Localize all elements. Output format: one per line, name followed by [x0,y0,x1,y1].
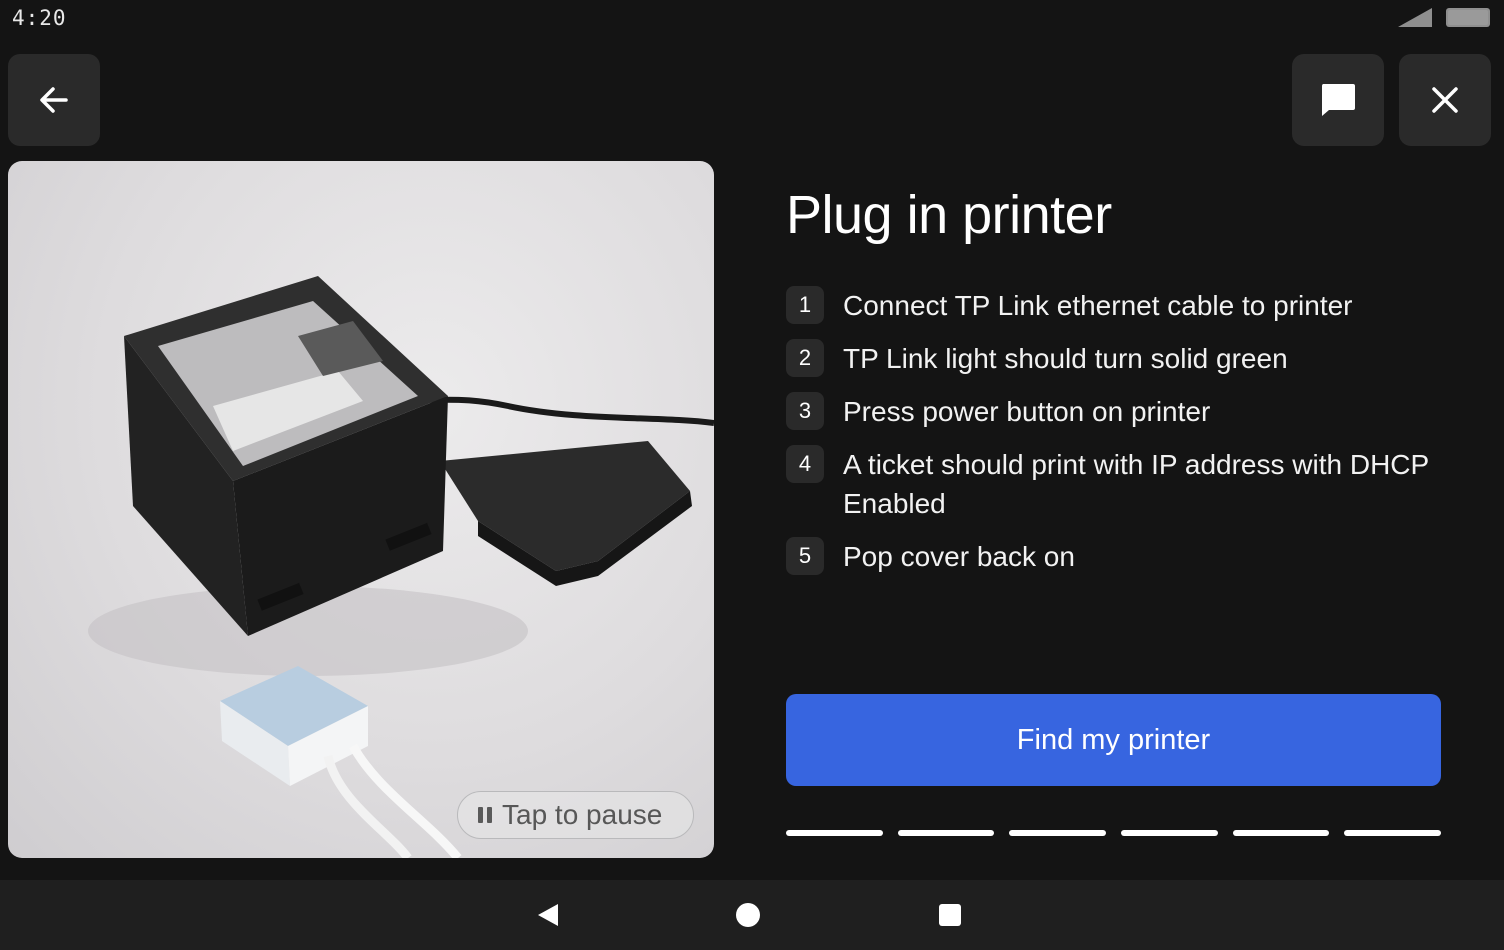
step-progress-indicator [786,830,1442,836]
status-icons [1398,8,1490,27]
find-printer-button[interactable]: Find my printer [786,694,1441,786]
page-title: Plug in printer [786,185,1112,245]
progress-segment [1232,830,1330,836]
step-text: Connect TP Link ethernet cable to printe… [843,290,1353,321]
nav-back-icon [538,904,558,926]
chat-button[interactable] [1292,54,1384,146]
close-button[interactable] [1399,54,1491,146]
tap-to-pause-button[interactable]: Tap to pause [457,791,694,839]
back-arrow-icon [40,87,68,113]
signal-icon [1398,8,1432,27]
printer-setup-image [88,276,714,858]
step-number: 4 [786,445,824,483]
battery-icon [1446,8,1490,27]
step-number: 3 [786,392,824,430]
instruction-video[interactable]: Tap to pause [8,161,714,858]
step-number: 2 [786,339,824,377]
step-item: 4 A ticket should print with IP address … [786,445,1436,523]
nav-back-button[interactable] [518,880,578,950]
progress-segment [1121,830,1218,836]
status-time: 4:20 [12,6,67,30]
step-text: Pop cover back on [843,541,1075,572]
step-number: 5 [786,537,824,575]
step-text: TP Link light should turn solid green [843,343,1288,374]
progress-segment [786,830,883,836]
back-button[interactable] [8,54,100,146]
step-text: Press power button on printer [843,396,1211,427]
system-nav-bar [0,880,1504,950]
progress-segment [1344,830,1442,836]
pause-icon [478,807,492,823]
nav-recents-button[interactable] [920,880,980,950]
step-item: 3 Press power button on printer [786,392,1436,431]
step-item: 2 TP Link light should turn solid green [786,339,1436,378]
instruction-steps: 1 Connect TP Link ethernet cable to prin… [786,286,1436,590]
step-item: 1 Connect TP Link ethernet cable to prin… [786,286,1436,325]
progress-segment [1009,830,1107,836]
step-number: 1 [786,286,824,324]
nav-home-button[interactable] [718,880,778,950]
step-item: 5 Pop cover back on [786,537,1436,576]
nav-home-icon [736,903,760,927]
pause-label: Tap to pause [502,799,663,830]
chat-icon [1321,84,1355,116]
nav-recents-icon [939,904,961,926]
step-text: A ticket should print with IP address wi… [843,449,1429,519]
close-icon [1432,87,1458,113]
progress-segment [897,830,995,836]
